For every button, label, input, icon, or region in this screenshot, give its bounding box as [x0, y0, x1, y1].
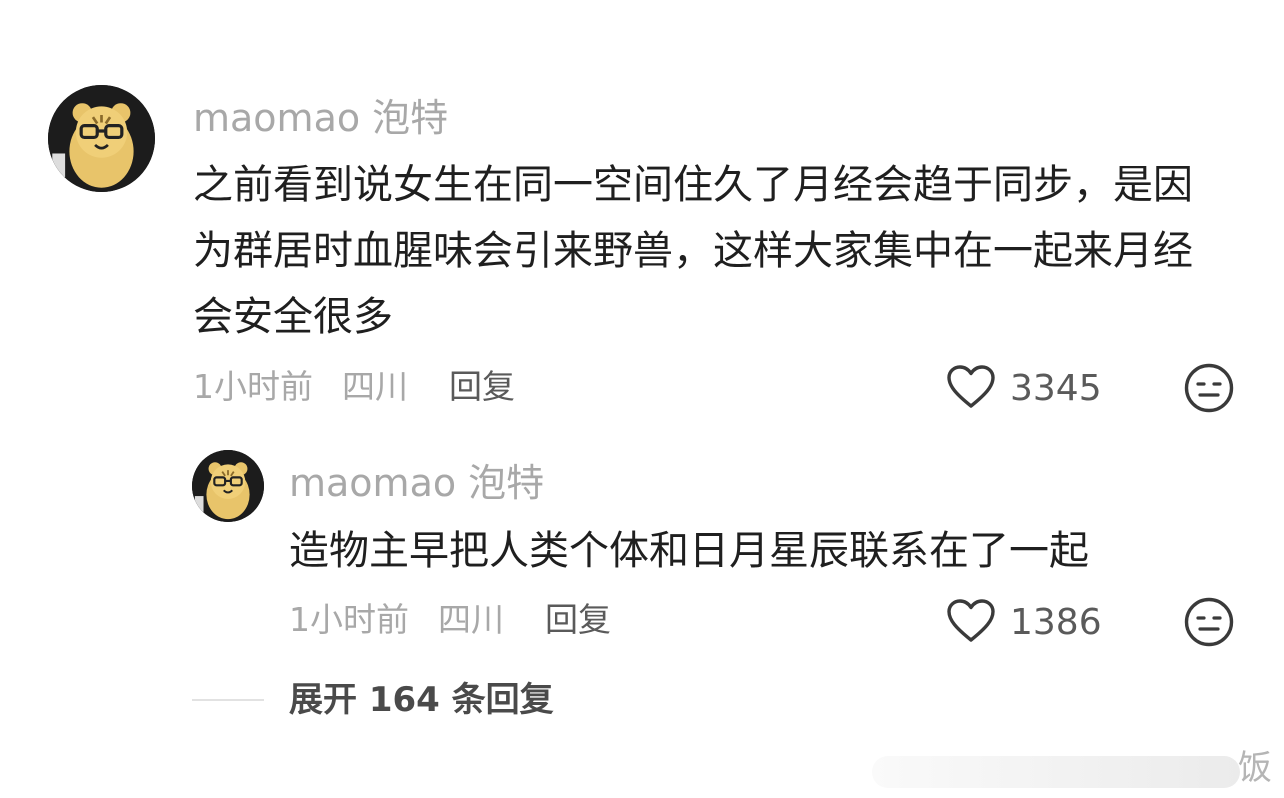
comment-username[interactable]: maomao 泡特: [193, 96, 448, 140]
reply-like-button[interactable]: 1386: [946, 598, 1102, 648]
reply-button[interactable]: 回复: [449, 367, 515, 407]
expand-replies-button[interactable]: 展开 164 条回复: [289, 680, 554, 720]
watermark-bar: [872, 756, 1240, 788]
reply-dislike-button[interactable]: [1183, 596, 1235, 648]
like-button[interactable]: 3345: [946, 364, 1102, 414]
comment-location: 四川: [342, 367, 408, 406]
meh-face-icon: [1184, 363, 1234, 413]
tiger-avatar-icon: [48, 85, 155, 192]
reply-text: 造物主早把人类个体和日月星辰联系在了一起: [289, 528, 1089, 574]
reply-time: 1小时前: [289, 600, 409, 639]
watermark-text: 饭: [1238, 748, 1272, 788]
comment-text: 之前看到说女生在同一空间住久了月经会趋于同步，是因 为群居时血腥味会引来野兽，这…: [193, 162, 1193, 340]
tiger-avatar-icon: [192, 450, 264, 522]
meh-face-icon: [1184, 597, 1234, 647]
reply-username[interactable]: maomao 泡特: [289, 461, 544, 505]
avatar[interactable]: [48, 85, 155, 192]
like-count: 3345: [1010, 368, 1102, 409]
dislike-button[interactable]: [1183, 362, 1235, 414]
expand-divider: [192, 699, 264, 701]
reply-like-count: 1386: [1010, 602, 1102, 643]
reply-avatar[interactable]: [192, 450, 264, 522]
heart-outline-icon: [946, 364, 996, 414]
comment-time: 1小时前: [193, 367, 313, 406]
reply-location: 四川: [438, 600, 504, 639]
reply-reply-button[interactable]: 回复: [545, 600, 611, 640]
heart-outline-icon: [946, 598, 996, 648]
